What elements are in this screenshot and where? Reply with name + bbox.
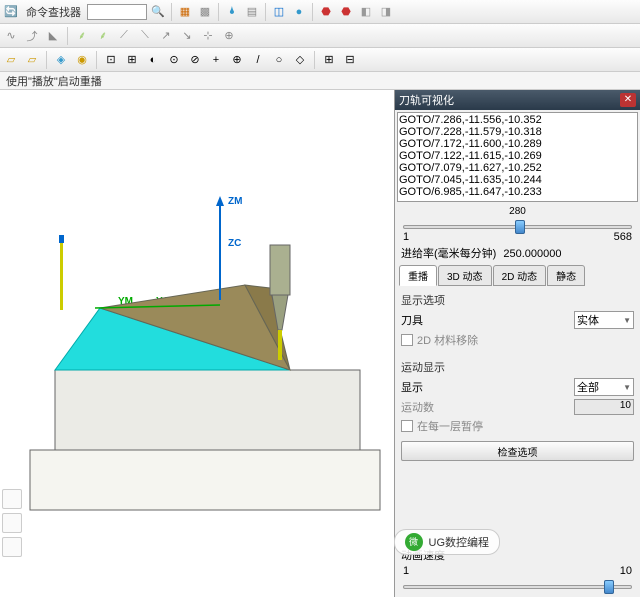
select-icon[interactable]: ▦ bbox=[176, 3, 194, 21]
position-slider[interactable] bbox=[403, 225, 632, 229]
close-icon[interactable]: ✕ bbox=[620, 93, 636, 107]
goto-line[interactable]: GOTO/7.045,-11.635,-10.244 bbox=[399, 174, 636, 186]
status-bar: 使用"播放"启动重播 bbox=[0, 72, 640, 90]
drum2-icon[interactable]: ⬣ bbox=[337, 3, 355, 21]
goto-listbox[interactable]: GOTO/7.286,-11.556,-10.352 GOTO/7.228,-1… bbox=[397, 112, 638, 202]
sphere-icon[interactable]: ● bbox=[290, 3, 308, 21]
goto-line[interactable]: GOTO/7.079,-11.627,-10.252 bbox=[399, 162, 636, 174]
2d-removal-checkbox[interactable] bbox=[401, 334, 413, 346]
m6-icon[interactable]: + bbox=[207, 51, 225, 69]
motion-display-label: 运动显示 bbox=[401, 359, 634, 375]
tool7-icon[interactable]: ⊹ bbox=[199, 27, 217, 45]
anim-min: 1 bbox=[403, 565, 409, 577]
toolpath-panel: 刀轨可视化 ✕ GOTO/7.286,-11.556,-10.352 GOTO/… bbox=[394, 90, 640, 597]
drum1-icon[interactable]: ⬣ bbox=[317, 3, 335, 21]
goto-line[interactable]: GOTO/7.228,-11.579,-10.318 bbox=[399, 126, 636, 138]
secondary-toolbar: ∿ ⤴ ◣ ⸙ ⸙ ⟋ ⟍ ↗ ↘ ⊹ ⊕ bbox=[0, 24, 640, 48]
pause-layer-label: 在每一层暂停 bbox=[417, 418, 483, 434]
m1-icon[interactable]: ⊡ bbox=[102, 51, 120, 69]
angle-icon[interactable]: ◣ bbox=[44, 27, 62, 45]
viewport-tools bbox=[2, 489, 22, 557]
mode-tabs: 重播 3D 动态 2D 动态 静态 bbox=[395, 263, 640, 288]
tab-static[interactable]: 静态 bbox=[547, 265, 585, 286]
tab-replay[interactable]: 重播 bbox=[399, 265, 437, 286]
tool3-icon[interactable]: ⟋ bbox=[115, 27, 133, 45]
vt1-icon[interactable] bbox=[2, 489, 22, 509]
m8-icon[interactable]: / bbox=[249, 51, 267, 69]
goto-line[interactable]: GOTO/7.172,-11.600,-10.289 bbox=[399, 138, 636, 150]
goto-line[interactable]: GOTO/7.122,-11.615,-10.269 bbox=[399, 150, 636, 162]
shaded-icon[interactable]: ◨ bbox=[377, 3, 395, 21]
2d-removal-label: 2D 材料移除 bbox=[417, 332, 478, 348]
filter2-icon[interactable]: ▱ bbox=[23, 51, 41, 69]
m9-icon[interactable]: ○ bbox=[270, 51, 288, 69]
m10-icon[interactable]: ◇ bbox=[291, 51, 309, 69]
m4-icon[interactable]: ⊙ bbox=[165, 51, 183, 69]
goto-line[interactable]: GOTO/7.286,-11.556,-10.352 bbox=[399, 114, 636, 126]
tool6-icon[interactable]: ↘ bbox=[178, 27, 196, 45]
wireframe-icon[interactable]: ▩ bbox=[196, 3, 214, 21]
tab-3d[interactable]: 3D 动态 bbox=[438, 265, 492, 286]
main-toolbar: 🔄 命令查找器 🔍 ▦ ▩ 🌢 ▤ ◫ ● ⬣ ⬣ ◧ ◨ bbox=[0, 0, 640, 24]
box-icon[interactable]: ◫ bbox=[270, 3, 288, 21]
feed-label: 进给率(毫米每分钟) bbox=[401, 248, 496, 260]
layers-icon[interactable]: ▤ bbox=[243, 3, 261, 21]
tool5-icon[interactable]: ↗ bbox=[157, 27, 175, 45]
vt2-icon[interactable] bbox=[2, 513, 22, 533]
m5-icon[interactable]: ⊘ bbox=[186, 51, 204, 69]
tool1-icon[interactable]: ⸙ bbox=[73, 27, 91, 45]
slider-thumb[interactable] bbox=[515, 220, 525, 234]
m11-icon[interactable]: ⊞ bbox=[320, 51, 338, 69]
m2-icon[interactable]: ⊞ bbox=[123, 51, 141, 69]
part-model bbox=[20, 190, 390, 530]
display-label: 显示 bbox=[401, 379, 423, 395]
speed-slider[interactable] bbox=[403, 585, 632, 589]
curve2-icon[interactable]: ⤴ bbox=[23, 27, 41, 45]
tool8-icon[interactable]: ⊕ bbox=[220, 27, 238, 45]
reset-icon[interactable]: 🔄 bbox=[2, 3, 20, 21]
3d-viewport[interactable]: ZM ZC YM YC XM bbox=[0, 90, 394, 597]
display-options-label: 显示选项 bbox=[401, 292, 634, 308]
slider-min: 1 bbox=[403, 231, 409, 243]
drop-icon[interactable]: 🌢 bbox=[223, 3, 241, 21]
filter1-icon[interactable]: ▱ bbox=[2, 51, 20, 69]
tool-dropdown[interactable]: 实体▼ bbox=[574, 311, 634, 329]
sel2-icon[interactable]: ◉ bbox=[73, 51, 91, 69]
cmd-finder-label: 命令查找器 bbox=[22, 4, 85, 20]
display-dropdown[interactable]: 全部▼ bbox=[574, 378, 634, 396]
vt3-icon[interactable] bbox=[2, 537, 22, 557]
wechat-icon: 微 bbox=[405, 533, 423, 551]
m12-icon[interactable]: ⊟ bbox=[341, 51, 359, 69]
curve1-icon[interactable]: ∿ bbox=[2, 27, 20, 45]
motion-count-field[interactable]: 10 bbox=[574, 399, 634, 415]
tool-label: 刀具 bbox=[401, 312, 423, 328]
tool4-icon[interactable]: ⟍ bbox=[136, 27, 154, 45]
watermark: 微 UG数控编程 bbox=[394, 529, 501, 555]
speed-thumb[interactable] bbox=[604, 580, 614, 594]
motion-count-label: 运动数 bbox=[401, 399, 434, 415]
chevron-down-icon: ▼ bbox=[623, 383, 631, 392]
tertiary-toolbar: ▱ ▱ ◈ ◉ ⊡ ⊞ ◐ ⊙ ⊘ + ⊕ / ○ ◇ ⊞ ⊟ bbox=[0, 48, 640, 72]
panel-title-text: 刀轨可视化 bbox=[399, 92, 454, 108]
m7-icon[interactable]: ⊕ bbox=[228, 51, 246, 69]
feed-value: 250.000000 bbox=[503, 248, 561, 260]
sel1-icon[interactable]: ◈ bbox=[52, 51, 70, 69]
m3-icon[interactable]: ◐ bbox=[144, 51, 162, 69]
anim-max: 10 bbox=[620, 565, 632, 577]
cmd-input[interactable] bbox=[87, 4, 147, 20]
pause-layer-checkbox[interactable] bbox=[401, 420, 413, 432]
search-icon[interactable]: 🔍 bbox=[149, 3, 167, 21]
tool2-icon[interactable]: ⸙ bbox=[94, 27, 112, 45]
chevron-down-icon: ▼ bbox=[623, 316, 631, 325]
tab-2d[interactable]: 2D 动态 bbox=[493, 265, 547, 286]
goto-line[interactable]: GOTO/6.985,-11.647,-10.233 bbox=[399, 186, 636, 198]
check-options-button[interactable]: 检查选项 bbox=[401, 441, 634, 461]
cube-icon[interactable]: ◧ bbox=[357, 3, 375, 21]
slider-max: 568 bbox=[614, 231, 632, 243]
slider-value: 280 bbox=[395, 206, 640, 217]
